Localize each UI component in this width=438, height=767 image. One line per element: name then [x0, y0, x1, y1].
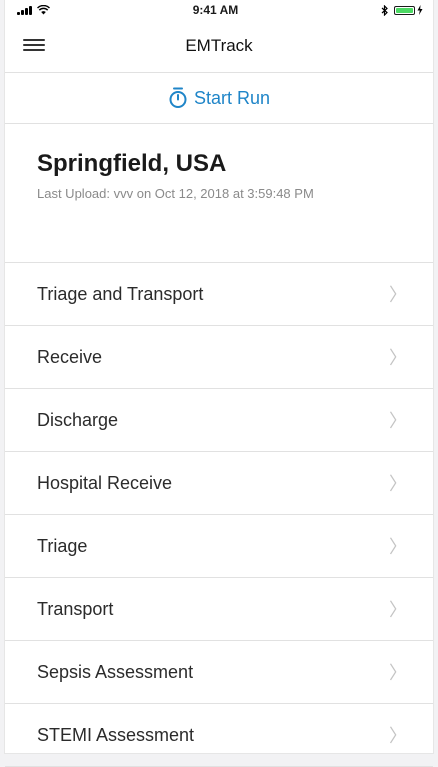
chevron-right-icon: 〉 — [389, 285, 407, 305]
list-item-receive[interactable]: Receive 〉 — [5, 326, 433, 389]
list-item-transport[interactable]: Transport 〉 — [5, 578, 433, 641]
list-item-label: Discharge — [37, 409, 119, 430]
stopwatch-icon — [169, 87, 187, 108]
status-bar: 9:41 AM — [5, 0, 433, 20]
navigation-bar: EMTrack — [5, 20, 433, 73]
location-header: Springfield, USA Last Upload: vvv on Oct… — [5, 124, 433, 263]
chevron-right-icon: 〉 — [389, 663, 407, 683]
wifi-icon — [37, 5, 50, 15]
list-item-hospital-receive[interactable]: Hospital Receive 〉 — [5, 452, 433, 515]
list-item-label: Triage and Transport — [37, 283, 204, 304]
status-right — [381, 4, 423, 16]
bluetooth-icon — [381, 4, 388, 16]
chevron-right-icon: 〉 — [389, 474, 407, 494]
chevron-right-icon: 〉 — [389, 726, 407, 746]
phone-screen: 9:41 AM EMTrack Start Run Springfield, U… — [5, 0, 433, 767]
chevron-right-icon: 〉 — [389, 600, 407, 620]
list-item-label: Hospital Receive — [37, 472, 173, 493]
signal-icon — [17, 5, 32, 15]
chevron-right-icon: 〉 — [389, 411, 407, 431]
chevron-right-icon: 〉 — [389, 348, 407, 368]
menu-list: Triage and Transport 〉 Receive 〉 Dischar… — [5, 263, 433, 767]
charging-icon — [417, 5, 423, 15]
list-item-discharge[interactable]: Discharge 〉 — [5, 389, 433, 452]
app-title: EMTrack — [185, 36, 253, 55]
list-item-stemi-assessment[interactable]: STEMI Assessment 〉 — [5, 704, 433, 767]
list-item-label: Receive — [37, 346, 103, 367]
chevron-right-icon: 〉 — [389, 537, 407, 557]
last-upload-text: Last Upload: vvv on Oct 12, 2018 at 3:59… — [37, 186, 314, 201]
list-item-label: Triage — [37, 535, 88, 556]
list-item-label: Transport — [37, 598, 114, 619]
status-left — [17, 5, 50, 15]
start-run-label: Start Run — [193, 87, 271, 108]
battery-icon — [393, 5, 423, 15]
list-item-label: STEMI Assessment — [37, 724, 195, 745]
start-run-button[interactable]: Start Run — [5, 73, 433, 124]
list-item-triage[interactable]: Triage 〉 — [5, 515, 433, 578]
list-item-sepsis-assessment[interactable]: Sepsis Assessment 〉 — [5, 641, 433, 704]
list-item-label: Sepsis Assessment — [37, 661, 194, 682]
location-name: Springfield, USA — [37, 150, 227, 177]
hamburger-menu-icon[interactable] — [23, 36, 45, 54]
status-time: 9:41 AM — [192, 3, 239, 17]
battery-level — [395, 7, 413, 13]
list-item-triage-and-transport[interactable]: Triage and Transport 〉 — [5, 263, 433, 326]
